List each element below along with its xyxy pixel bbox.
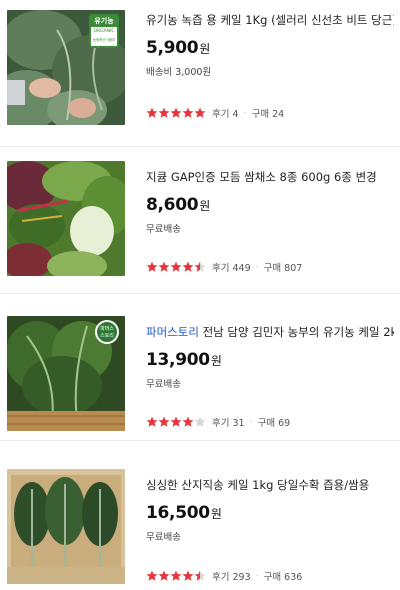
product-item[interactable]: 유기농 ORGANIC 농림축산식품부 유기농 녹즙 용 케일 1Kg (셀러리… (0, 0, 400, 147)
star-rating (146, 416, 206, 428)
product-price: 8,600원 (146, 195, 211, 215)
star-rating (146, 570, 206, 582)
shipping-info: 무료배송 (146, 224, 181, 235)
review-count[interactable]: 후기 31 (212, 415, 245, 429)
product-title[interactable]: 지큠 GAP인증 모듬 쌈채소 8종 600g 6종 변경 (146, 169, 394, 185)
product-image[interactable] (7, 469, 125, 584)
product-price: 16,500원 (146, 503, 222, 523)
product-image[interactable] (7, 161, 125, 276)
product-brand[interactable]: 파머스토리 (146, 325, 199, 339)
divider: · (255, 261, 259, 273)
mixed-greens-photo (7, 161, 125, 276)
star-icon (146, 107, 158, 118)
star-icon (194, 416, 206, 427)
star-icon (182, 107, 194, 118)
star-rating (146, 261, 206, 273)
star-icon (158, 107, 170, 118)
purchase-count: 구매 807 (263, 263, 303, 274)
product-item[interactable]: 지큠 GAP인증 모듬 쌈채소 8종 600g 6종 변경 8,600원 무료배… (0, 147, 400, 294)
divider: · (249, 416, 253, 428)
review-count[interactable]: 후기 4 (212, 106, 239, 120)
purchase-count: 구매 24 (251, 109, 285, 120)
product-item[interactable]: 파머스 스토리 파머스토리 전남 담양 김민자 농부의 유기농 케일 2kg 1… (0, 294, 400, 441)
star-icon (170, 107, 182, 118)
rating-row: 후기 449 · 구매 807 (146, 260, 302, 274)
star-icon (194, 107, 206, 118)
farmstory-badge: 파머스 스토리 (95, 320, 119, 344)
star-icon (146, 416, 158, 427)
star-icon (158, 570, 170, 581)
star-icon (194, 570, 206, 581)
product-list: 유기농 ORGANIC 농림축산식품부 유기농 녹즙 용 케일 1Kg (셀러리… (0, 0, 400, 590)
product-price: 13,900원 (146, 350, 222, 370)
kale-box-photo (7, 469, 125, 584)
product-item[interactable]: 싱싱한 산지직송 케일 1kg 당일수확 즙용/쌈용 16,500원 무료배송 … (0, 441, 400, 588)
rating-row: 후기 31 · 구매 69 (146, 415, 290, 429)
rating-row: 후기 293 · 구매 636 (146, 569, 302, 583)
organic-badge: 유기농 ORGANIC 농림축산식품부 (89, 14, 119, 48)
star-icon (158, 416, 170, 427)
product-title[interactable]: 싱싱한 산지직송 케일 1kg 당일수확 즙용/쌈용 (146, 477, 394, 493)
star-icon (182, 416, 194, 427)
product-price: 5,900원 (146, 38, 211, 58)
star-icon (182, 570, 194, 581)
shipping-info: 무료배송 (146, 379, 181, 390)
divider: · (243, 107, 247, 119)
star-icon (182, 261, 194, 272)
star-icon (170, 416, 182, 427)
star-icon (158, 261, 170, 272)
review-count[interactable]: 후기 293 (212, 569, 251, 583)
product-title[interactable]: 유기농 녹즙 용 케일 1Kg (셀러리 신선초 비트 당근) (146, 12, 394, 28)
product-image[interactable]: 파머스 스토리 (7, 316, 125, 431)
review-count[interactable]: 후기 449 (212, 260, 251, 274)
star-icon (146, 570, 158, 581)
divider: · (255, 570, 259, 582)
shipping-info: 배송비 3,000원 (146, 67, 212, 78)
rating-row: 후기 4 · 구매 24 (146, 106, 284, 120)
star-icon (194, 261, 206, 272)
product-image[interactable]: 유기농 ORGANIC 농림축산식품부 (7, 10, 125, 125)
star-icon (170, 261, 182, 272)
star-icon (170, 570, 182, 581)
star-rating (146, 107, 206, 119)
purchase-count: 구매 636 (263, 572, 303, 583)
star-icon (146, 261, 158, 272)
purchase-count: 구매 69 (257, 418, 291, 429)
product-title[interactable]: 파머스토리 전남 담양 김민자 농부의 유기농 케일 2kg (146, 324, 394, 340)
shipping-info: 무료배송 (146, 532, 181, 543)
